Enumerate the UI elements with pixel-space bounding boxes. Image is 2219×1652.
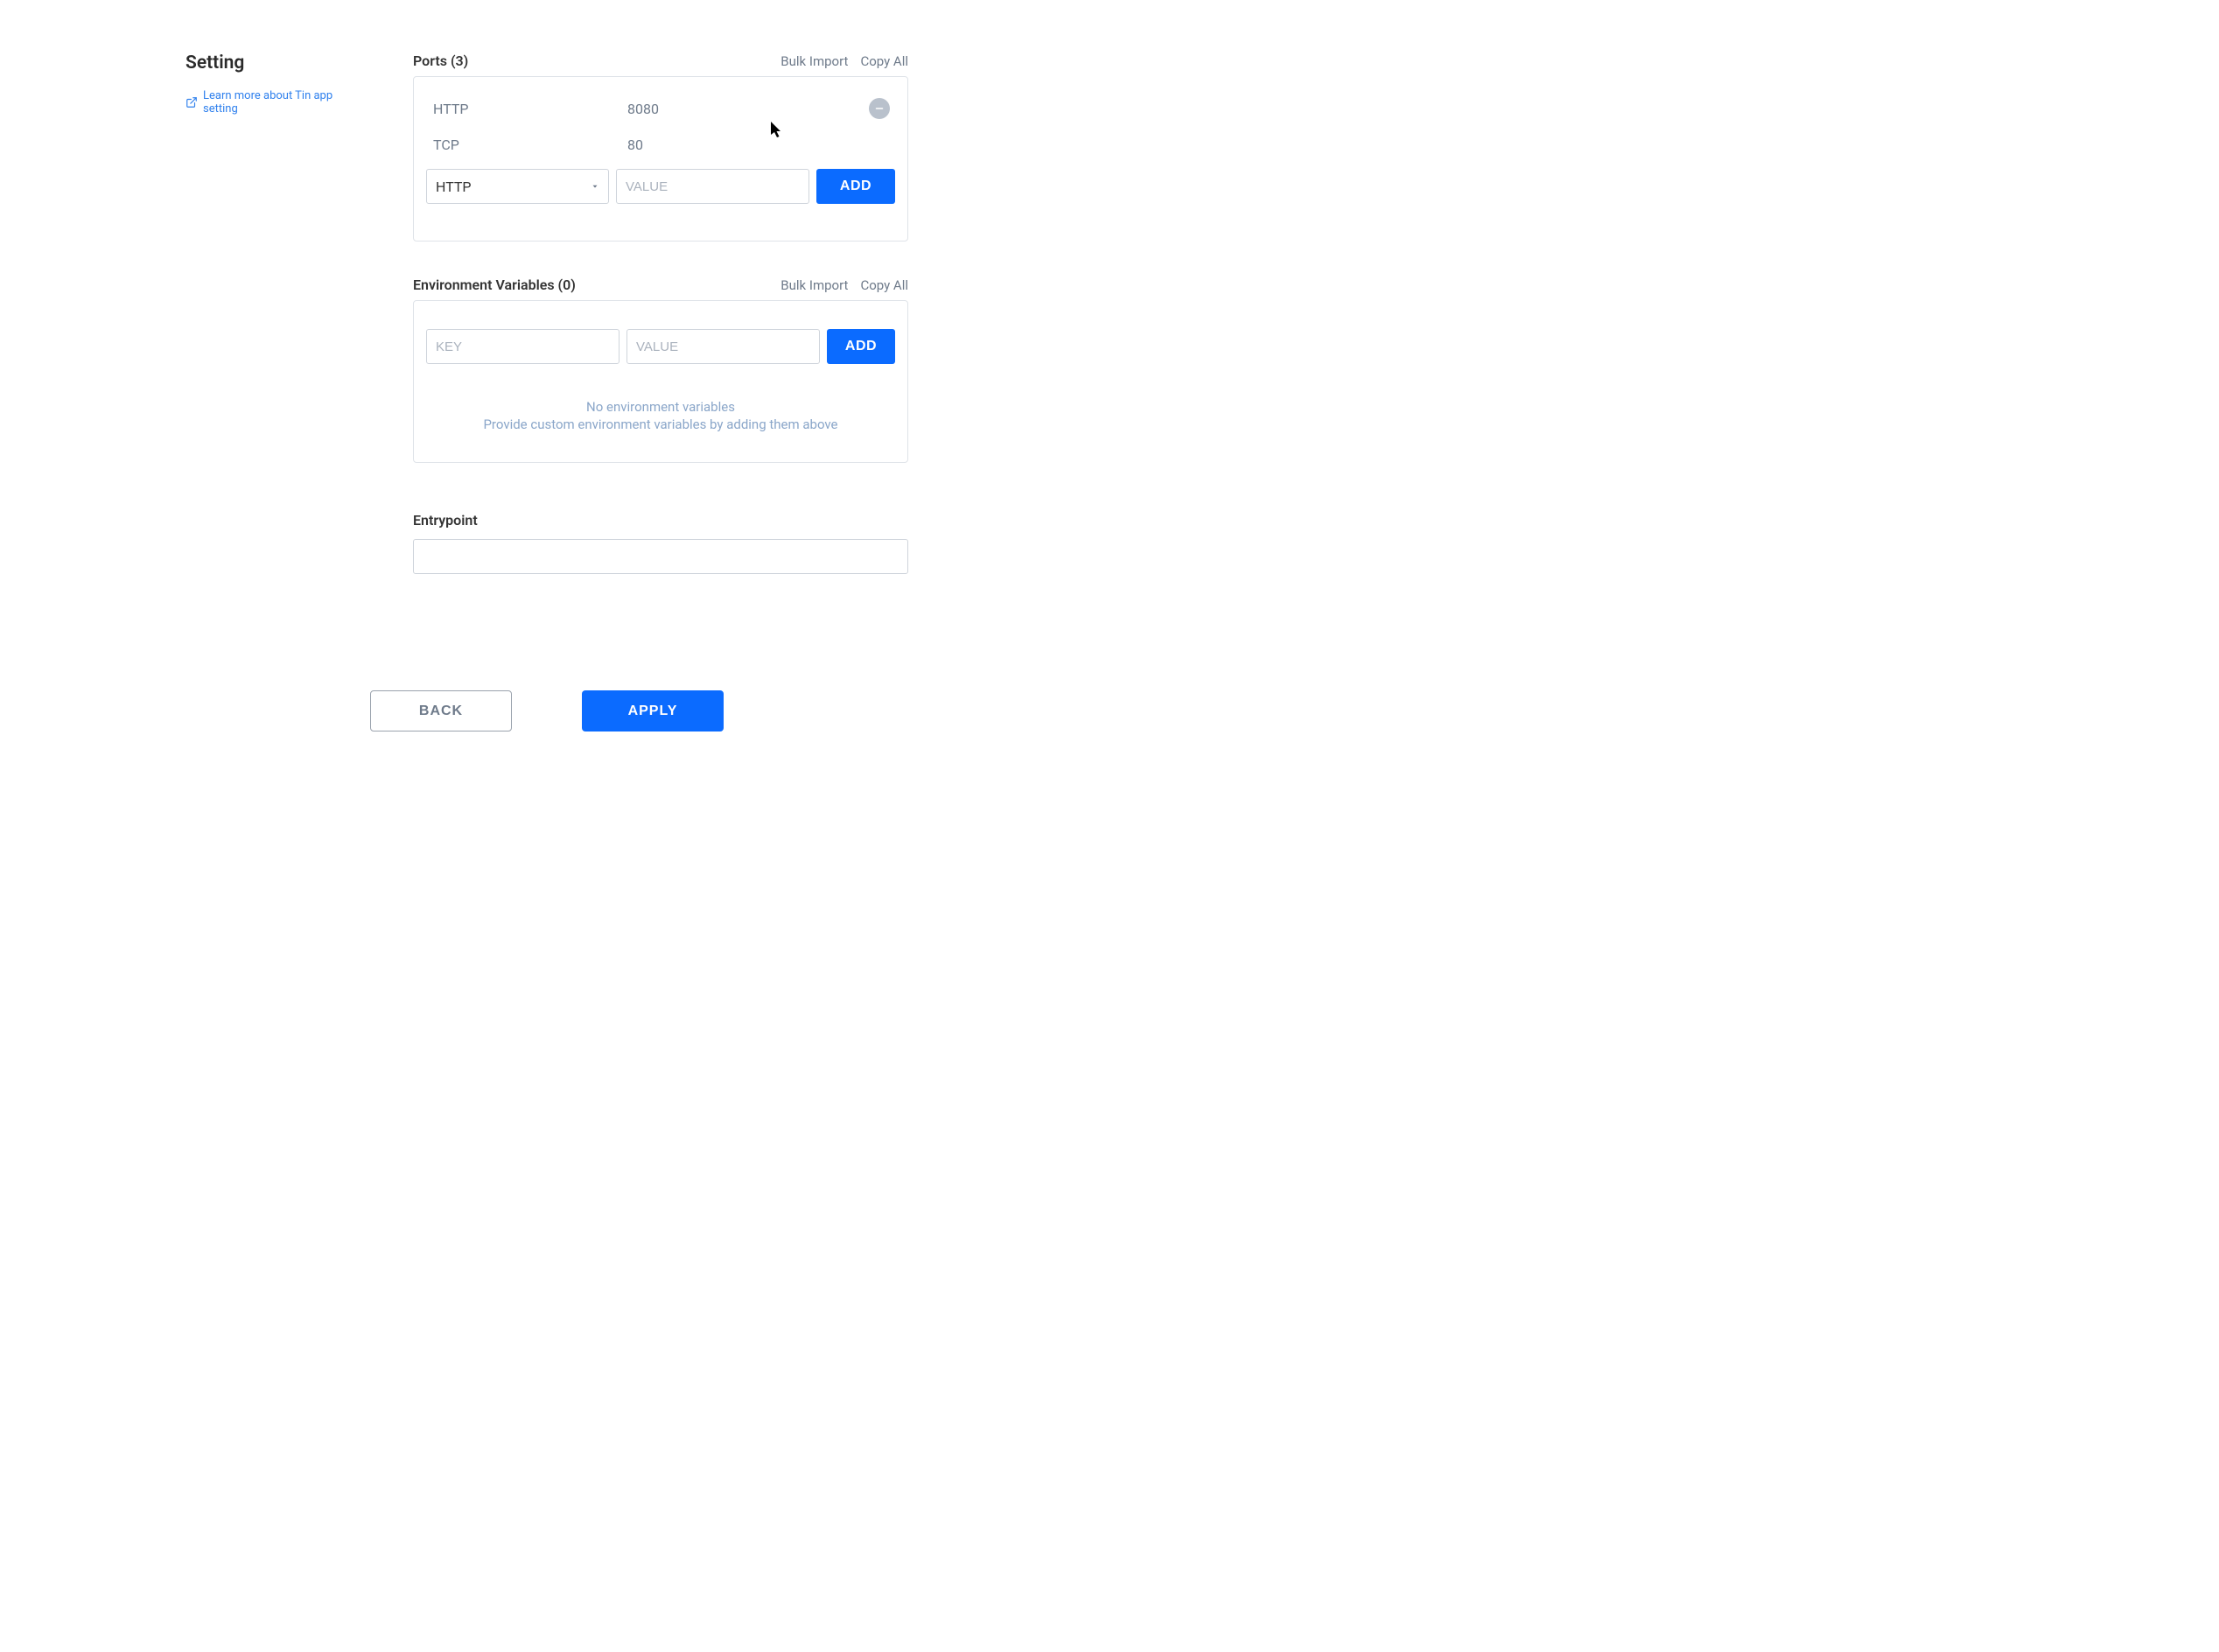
env-empty-title: No environment variables bbox=[435, 399, 886, 415]
port-add-button[interactable]: ADD bbox=[816, 169, 895, 204]
page-title: Setting bbox=[186, 52, 369, 74]
remove-port-button[interactable] bbox=[869, 98, 890, 119]
minus-icon bbox=[874, 103, 885, 114]
port-type-select[interactable]: HTTP bbox=[426, 169, 609, 204]
port-value: 8080 bbox=[627, 101, 869, 117]
ports-copy-all[interactable]: Copy All bbox=[860, 53, 908, 69]
env-key-input[interactable] bbox=[426, 329, 620, 364]
entrypoint-title: Entrypoint bbox=[413, 512, 908, 528]
port-row: HTTP 8080 bbox=[426, 89, 895, 128]
back-button[interactable]: BACK bbox=[370, 690, 512, 732]
port-type-select-value: HTTP bbox=[436, 178, 472, 195]
env-add-button[interactable]: ADD bbox=[827, 329, 895, 364]
env-empty-sub: Provide custom environment variables by … bbox=[435, 416, 886, 432]
port-type: TCP bbox=[433, 136, 627, 153]
env-value-input[interactable] bbox=[626, 329, 820, 364]
env-bulk-import[interactable]: Bulk Import bbox=[780, 277, 848, 293]
learn-more-label: Learn more about Tin app setting bbox=[203, 89, 369, 116]
ports-title: Ports (3) bbox=[413, 52, 468, 69]
env-title: Environment Variables (0) bbox=[413, 276, 576, 293]
chevron-down-icon bbox=[591, 182, 599, 191]
port-value: 80 bbox=[627, 136, 890, 153]
entrypoint-input[interactable] bbox=[413, 539, 908, 574]
port-type: HTTP bbox=[433, 101, 627, 117]
env-copy-all[interactable]: Copy All bbox=[860, 277, 908, 293]
learn-more-link[interactable]: Learn more about Tin app setting bbox=[186, 89, 369, 116]
ports-bulk-import[interactable]: Bulk Import bbox=[780, 53, 848, 69]
port-value-input[interactable] bbox=[616, 169, 809, 204]
external-link-icon bbox=[186, 96, 198, 108]
apply-button[interactable]: APPLY bbox=[582, 690, 724, 732]
port-row: TCP 80 bbox=[426, 128, 895, 162]
